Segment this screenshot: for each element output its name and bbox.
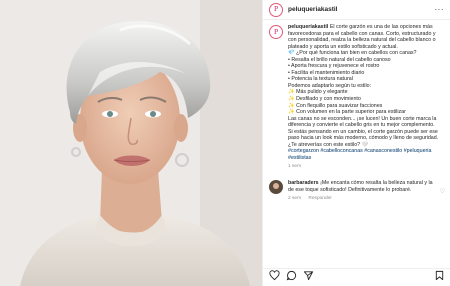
hashtags[interactable]: #estilistas [288,155,445,162]
author-username[interactable]: peluqueriakastil [288,6,338,13]
caption-line: con personalidad, realza la belleza natu… [288,37,436,44]
caption-line: diferencia y convierte el cabello gris e… [288,122,435,129]
comment-text: ¡Me encanta cómo resalta la belleza natu… [320,180,433,187]
comment-icon[interactable] [286,270,297,281]
caption-line: El corte garzón es una de las opciones m… [329,24,433,30]
share-icon[interactable] [303,270,314,281]
hashtags[interactable]: #cortegarzon #cabelloconcanas #canascone… [288,148,445,155]
comment-meta: 2 sem Responder [288,196,436,203]
caption-time: 1 sem [288,164,302,170]
comment-text: de ese toque sofisticado! Definitivament… [288,186,412,193]
author-avatar[interactable]: P [269,2,283,17]
reply-link[interactable]: Responder [308,196,331,201]
caption-line: paso hacia un look más moderno, cómodo y… [288,135,439,142]
caption-block: P peluqueriakastil El corte garzón es un… [269,24,445,171]
caption-avatar[interactable]: P [269,25,283,39]
comment-item: barbaraders ¡Me encanta cómo resalta la … [269,180,445,203]
caption-username[interactable]: peluqueriakastil [288,24,328,30]
heart-icon[interactable] [269,270,280,281]
post-header: P peluqueriakastil ··· [263,0,450,20]
post-photo[interactable] [0,0,262,286]
comments-area[interactable]: P peluqueriakastil El corte garzón es un… [263,20,450,238]
commenter-username[interactable]: barbaraders [288,180,319,186]
post-detail-panel: P peluqueriakastil ··· P peluqueriakasti… [262,0,450,286]
woman-portrait-image [0,0,262,286]
save-icon[interactable] [434,270,445,281]
more-options-icon[interactable]: ··· [435,5,445,14]
comment-body: barbaraders ¡Me encanta cómo resalta la … [288,180,436,203]
caption-text: peluqueriakastil El corte garzón es una … [288,24,445,171]
action-bar [263,268,450,282]
commenter-avatar[interactable] [269,180,283,195]
comment-time: 2 sem [288,196,302,202]
comment-like-heart-icon[interactable]: ♡ [440,188,445,203]
